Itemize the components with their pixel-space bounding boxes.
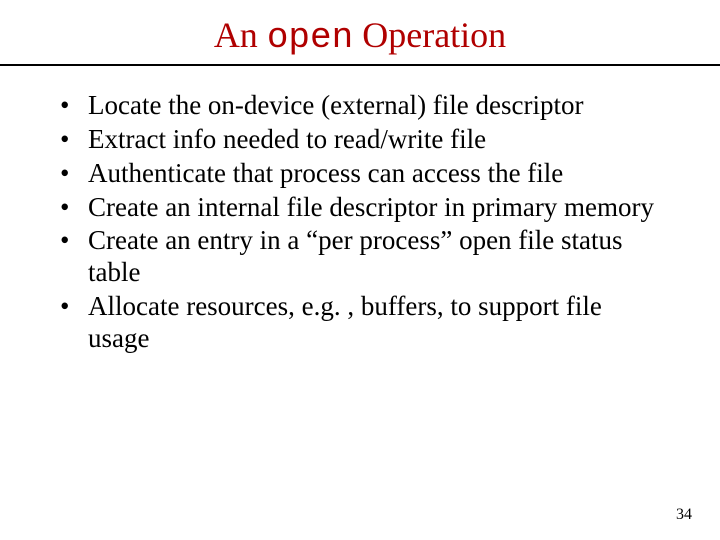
bullet-text: Extract info needed to read/write file — [88, 124, 486, 154]
bullet-text: Create an internal file descriptor in pr… — [88, 192, 654, 222]
bullet-text: Create an entry in a “per process” open … — [88, 225, 623, 287]
list-item: Authenticate that process can access the… — [60, 158, 670, 190]
list-item: Extract info needed to read/write file — [60, 124, 670, 156]
slide-title: An open Operation — [40, 14, 680, 58]
page-number: 34 — [676, 506, 692, 524]
list-item: Create an entry in a “per process” open … — [60, 225, 670, 289]
title-post: Operation — [353, 15, 506, 55]
title-mono: open — [267, 17, 353, 58]
bullet-text: Allocate resources, e.g. , buffers, to s… — [88, 291, 602, 353]
list-item: Locate the on-device (external) file des… — [60, 90, 670, 122]
bullet-text: Locate the on-device (external) file des… — [88, 90, 584, 120]
bullet-text: Authenticate that process can access the… — [88, 158, 563, 188]
list-item: Create an internal file descriptor in pr… — [60, 192, 670, 224]
slide: An open Operation Locate the on-device (… — [0, 0, 720, 540]
title-pre: An — [214, 15, 267, 55]
title-underline — [0, 64, 720, 66]
bullet-list: Locate the on-device (external) file des… — [60, 90, 670, 355]
list-item: Allocate resources, e.g. , buffers, to s… — [60, 291, 670, 355]
